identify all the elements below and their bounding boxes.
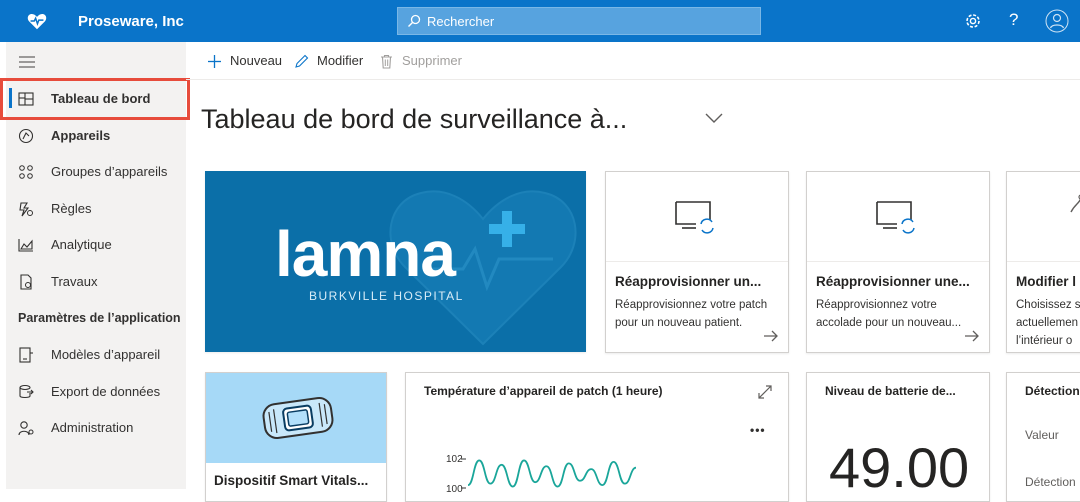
tile-description-line: l’intérieur o: [1016, 335, 1073, 347]
banner-subtitle: BURKVILLE HOSPITAL: [309, 289, 464, 303]
command-bar: Nouveau Modifier Supprimer: [186, 42, 1080, 80]
expand-icon[interactable]: [758, 385, 772, 399]
data-export-icon: [19, 384, 34, 399]
quick-action-tile-restock-brace[interactable]: Réapprovisionner une... Réapprovisionnez…: [806, 171, 990, 353]
edit-label: Modifier: [317, 53, 364, 68]
plus-accent-icon: [489, 211, 525, 247]
quick-action-tile-edit[interactable]: Modifier l Choisissez s actuellemen l’in…: [1006, 171, 1080, 353]
sidebar-item-label: Appareils: [51, 128, 111, 143]
tile-description-line: Réapprovisionnez votre: [816, 299, 937, 311]
administration-icon: [18, 421, 34, 436]
detection-tile: Détection Valeur Détection: [1006, 372, 1080, 502]
device-title: Dispositif Smart Vitals...: [214, 473, 369, 488]
plus-icon: [208, 55, 221, 68]
tile-description-line: accolade pour un nouveau...: [816, 317, 962, 329]
tile-description-line: Choisissez s: [1016, 299, 1080, 311]
help-icon[interactable]: ?: [1009, 10, 1018, 30]
y-tick-label: 100: [446, 484, 463, 495]
tile-title: Niveau de batterie de...: [825, 384, 956, 398]
tile-title: Modifier l: [1016, 274, 1076, 289]
temperature-chart-tile: Température d’appareil de patch (1 heure…: [405, 372, 789, 502]
chart-title: Température d’appareil de patch (1 heure…: [424, 384, 663, 398]
quick-action-tile-restock-patch[interactable]: Réapprovisionner un... Réapprovisionnez …: [605, 171, 789, 353]
device-caption-area: Dispositif Smart Vitals...: [206, 463, 386, 501]
tile-divider: [807, 261, 989, 262]
device-image-tile[interactable]: Dispositif Smart Vitals...: [205, 372, 387, 502]
search-icon: [408, 14, 421, 27]
sidebar-item-label: Analytique: [51, 237, 112, 252]
device-sync-icon: [675, 201, 714, 234]
device-sync-icon: [876, 201, 915, 234]
user-avatar-icon[interactable]: [1045, 9, 1069, 33]
sidebar-item-label: Groupes d’appareils: [51, 164, 168, 179]
sidebar-item-data-export[interactable]: Export de données: [6, 373, 186, 409]
gear-icon[interactable]: [963, 11, 983, 31]
detection-row-label: Valeur: [1025, 428, 1059, 442]
arrow-right-icon[interactable]: [763, 330, 779, 342]
battery-level-tile: Niveau de batterie de... 49.00: [806, 372, 990, 502]
tile-divider: [1007, 261, 1080, 262]
tile-description-line: Réapprovisionnez votre patch: [615, 299, 768, 311]
sidebar-item-label: Modèles d’appareil: [51, 347, 161, 362]
tile-description: Réapprovisionnez votre accolade pour un …: [816, 296, 986, 332]
sidebar-item-label: Administration: [51, 420, 134, 435]
main-content: Nouveau Modifier Supprimer Tableau de bo…: [186, 42, 1080, 502]
heart-logo-icon[interactable]: [26, 10, 48, 32]
hamburger-menu-icon[interactable]: [19, 56, 35, 68]
arrow-right-icon[interactable]: [964, 330, 980, 342]
devices-icon: [18, 128, 34, 144]
detection-row-label: Détection: [1025, 475, 1076, 489]
banner-tile: lamna BURKVILLE HOSPITAL: [205, 171, 586, 352]
search-input[interactable]: Rechercher: [397, 7, 761, 35]
person-icon: [1070, 194, 1080, 213]
brand-name[interactable]: Proseware, Inc: [78, 13, 184, 30]
sidebar-item-label: Export de données: [51, 384, 161, 399]
analytics-icon: [18, 239, 33, 252]
chevron-down-icon[interactable]: [704, 112, 724, 124]
sidebar-item-devices[interactable]: Appareils: [6, 117, 186, 153]
banner-logo-word: lamna: [275, 218, 456, 290]
sidebar-item-device-groups[interactable]: Groupes d’appareils: [6, 153, 186, 189]
highlight-box: [0, 78, 190, 120]
sidebar-item-device-templates[interactable]: Modèles d’appareil: [6, 336, 186, 372]
tile-title: Détection: [1025, 384, 1080, 398]
battery-value: 49.00: [829, 436, 970, 499]
sidebar-item-jobs[interactable]: Travaux: [6, 263, 186, 299]
sidebar-item-label: Travaux: [51, 274, 98, 289]
section-header: Paramètres de l’application: [18, 311, 181, 325]
tile-divider: [606, 261, 788, 262]
pencil-icon: [295, 54, 309, 68]
device-templates-icon: [19, 347, 33, 363]
tile-description: Réapprovisionnez votre patch pour un nou…: [615, 296, 785, 332]
patch-device-icon: [262, 396, 334, 440]
jobs-icon: [20, 274, 32, 290]
sidebar-item-label: Règles: [51, 201, 92, 216]
top-bar: Proseware, Inc Rechercher ?: [0, 0, 1080, 42]
temperature-series-line: [467, 459, 637, 488]
tile-description-line: actuellemen: [1016, 317, 1079, 329]
sidebar-item-analytics[interactable]: Analytique: [6, 226, 186, 262]
rules-icon: [19, 202, 33, 217]
search-placeholder: Rechercher: [427, 14, 495, 29]
y-tick-label: 102: [446, 454, 463, 465]
sidebar-item-rules[interactable]: Règles: [6, 190, 186, 226]
delete-label: Supprimer: [402, 53, 462, 68]
trash-icon: [381, 54, 392, 69]
temperature-line-chart: 102 100: [446, 454, 637, 495]
tile-description: Choisissez s actuellemen l’intérieur o: [1016, 296, 1080, 350]
sidebar-item-administration[interactable]: Administration: [6, 409, 186, 445]
new-label: Nouveau: [230, 53, 283, 68]
more-options-icon[interactable]: •••: [750, 423, 766, 437]
tile-title: Réapprovisionner une...: [816, 274, 970, 289]
device-groups-icon: [19, 165, 33, 179]
page-title: Tableau de bord de surveillance à...: [201, 104, 628, 134]
tile-title: Réapprovisionner un...: [615, 274, 762, 289]
tile-description-line: pour un nouveau patient.: [615, 317, 743, 329]
